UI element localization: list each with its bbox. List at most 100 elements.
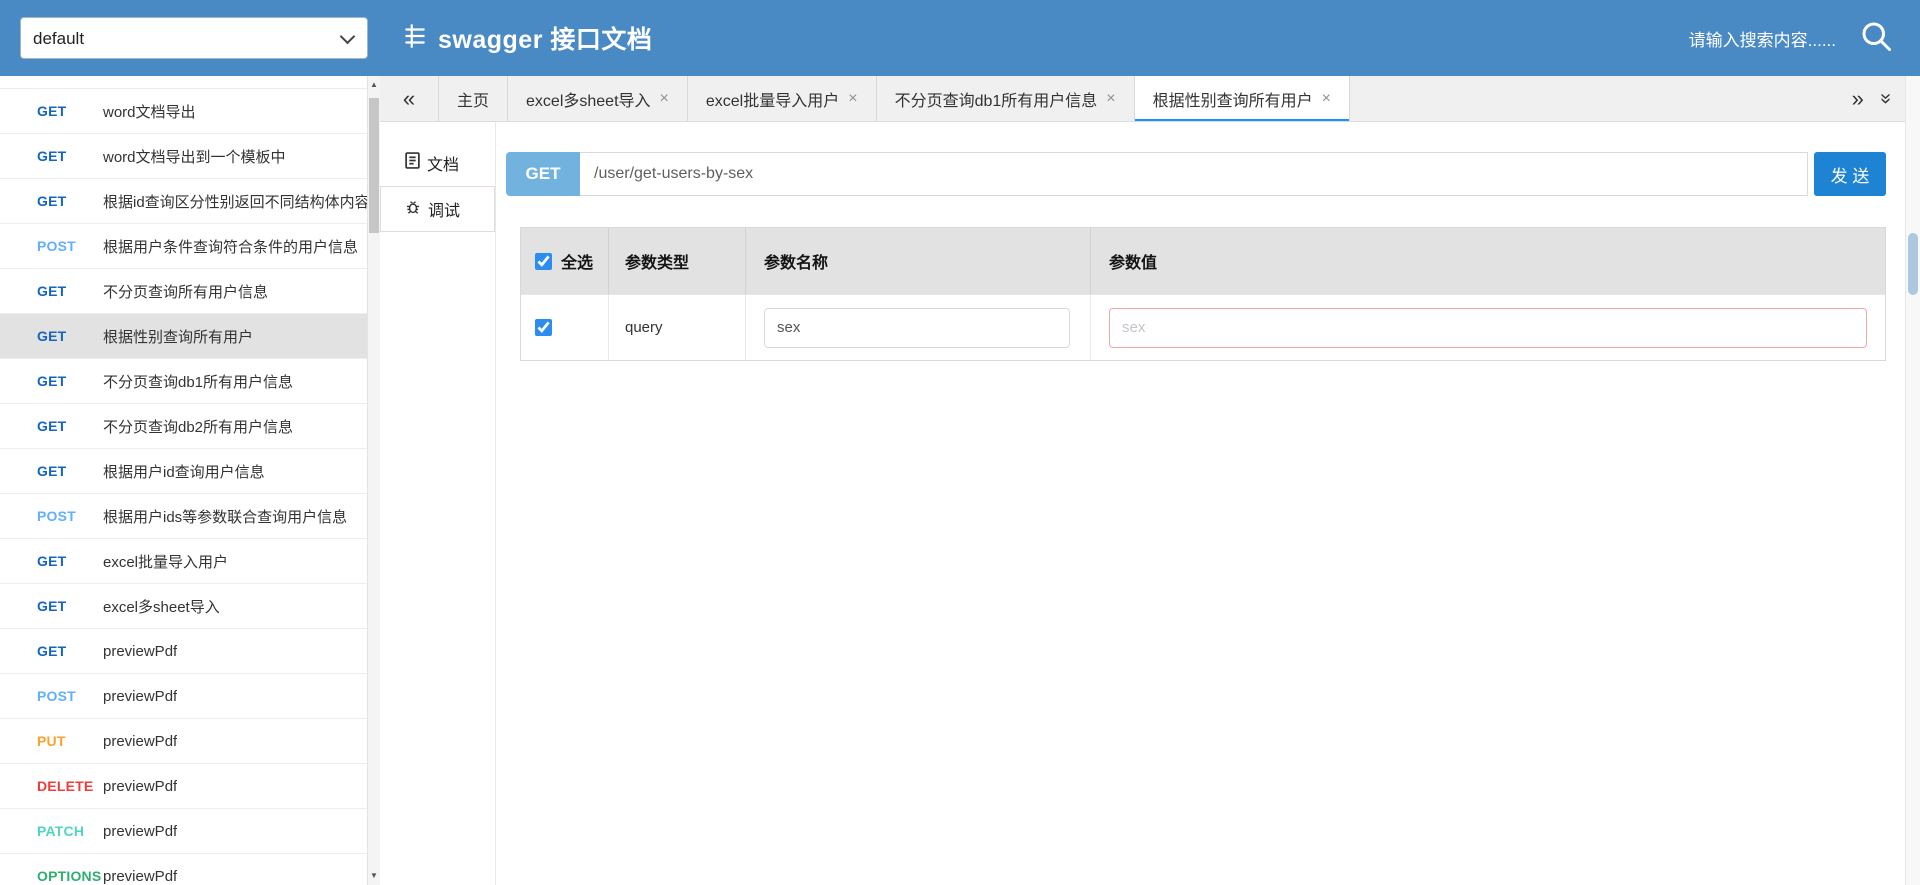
app-title: swagger 接口文档 xyxy=(438,26,653,54)
param-checkbox[interactable] xyxy=(535,319,552,336)
api-label: previewPdf xyxy=(103,732,178,750)
tab-label: excel多sheet导入 xyxy=(526,92,651,110)
header-param-name: 参数名称 xyxy=(746,228,1091,294)
tab-close-icon[interactable]: × xyxy=(1106,90,1115,108)
tab-debug[interactable]: 调试 xyxy=(380,186,495,232)
params-table: 全选 参数类型 参数名称 参数值 query xyxy=(520,227,1886,361)
api-label: 根据用户ids等参数联合查询用户信息 xyxy=(103,508,348,526)
tab-label: 根据性别查询所有用户 xyxy=(1152,92,1313,110)
api-label: 不分页查询db2所有用户信息 xyxy=(103,418,294,436)
api-label: excel批量导入用户 xyxy=(103,553,229,571)
sidebar-api-item[interactable]: OPTIONS previewPdf xyxy=(0,854,367,885)
request-method-badge: GET xyxy=(506,152,580,196)
app-root: default swagger 接口文档 请输入搜索内容...... GET w… xyxy=(0,0,1920,885)
param-select-cell xyxy=(521,295,609,360)
method-badge: GET xyxy=(37,418,67,434)
collapse-sidebar-icon[interactable]: « xyxy=(380,76,438,121)
tab-item[interactable]: 不分页查询db1所有用户信息 × xyxy=(877,76,1135,121)
sidebar-scrollbar-thumb[interactable] xyxy=(369,98,379,233)
api-label: previewPdf xyxy=(103,867,178,885)
tabs-forward-icon[interactable]: » xyxy=(1852,86,1864,112)
sidebar-api-item[interactable]: GET excel多sheet导入 xyxy=(0,584,367,629)
main-area: « 主页 excel多sheet导入 × excel批量导入用户 × 不分页查询db1所有… xyxy=(380,76,1905,885)
sidebar-api-item[interactable]: POST previewPdf xyxy=(0,674,367,719)
search-placeholder-text[interactable]: 请输入搜索内容...... xyxy=(1689,26,1836,51)
method-badge: OPTIONS xyxy=(37,868,102,884)
sidebar-api-item[interactable]: GET excel批量导入用户 xyxy=(0,539,367,584)
api-label: previewPdf xyxy=(103,642,178,660)
brand: swagger 接口文档 xyxy=(402,20,652,56)
tab-debug-label: 调试 xyxy=(428,203,461,220)
sidebar-api-item[interactable]: GET 根据性别查询所有用户 xyxy=(0,314,367,359)
tab-label: excel批量导入用户 xyxy=(705,92,840,110)
tab-item[interactable]: 根据性别查询所有用户 × xyxy=(1134,76,1350,121)
api-label: previewPdf xyxy=(103,777,178,795)
tab-close-icon[interactable]: × xyxy=(660,90,669,108)
sidebar-api-item[interactable]: POST 根据用户条件查询符合条件的用户信息 xyxy=(0,224,367,269)
method-badge: POST xyxy=(37,688,76,704)
request-url-input[interactable] xyxy=(580,152,1808,196)
param-type-cell: query xyxy=(609,295,746,360)
tab-item[interactable]: excel批量导入用户 × xyxy=(688,76,877,121)
tab-bar-controls: » » xyxy=(1852,76,1905,121)
params-table-header: 全选 参数类型 参数名称 参数值 xyxy=(521,228,1885,294)
api-label: previewPdf xyxy=(103,822,178,840)
method-badge: GET xyxy=(37,193,67,209)
param-type: query xyxy=(625,319,663,336)
tab-item[interactable]: excel多sheet导入 × xyxy=(508,76,688,121)
group-select[interactable]: default xyxy=(20,17,368,59)
sidebar-api-item[interactable]: DELETE previewPdf xyxy=(0,764,367,809)
scroll-down-icon[interactable]: ▼ xyxy=(368,871,380,881)
sidebar-api-item[interactable]: POST 根据用户ids等参数联合查询用户信息 xyxy=(0,494,367,539)
api-label: word文档导出 xyxy=(103,103,196,121)
method-badge: GET xyxy=(37,328,67,344)
api-label: 不分页查询所有用户信息 xyxy=(103,283,269,301)
method-badge: GET xyxy=(37,103,67,119)
send-button[interactable]: 发 送 xyxy=(1814,152,1886,196)
method-badge: GET xyxy=(37,373,67,389)
param-name-cell xyxy=(746,295,1091,360)
sidebar-api-item[interactable]: GET previewPdf xyxy=(0,629,367,674)
method-badge: GET xyxy=(37,598,67,614)
select-all-cell: 全选 xyxy=(521,228,609,294)
sidebar-api-item[interactable]: GET 根据id查询区分性别返回不同结构体内容 xyxy=(0,179,367,224)
sidebar-api-item[interactable]: PUT previewPdf xyxy=(0,719,367,764)
tab-item[interactable]: 主页 xyxy=(439,76,509,121)
api-label: 根据用户id查询用户信息 xyxy=(103,463,265,481)
sidebar-api-item[interactable]: PATCH previewPdf xyxy=(0,809,367,854)
tab-close-icon[interactable]: × xyxy=(848,90,857,108)
method-badge: DELETE xyxy=(37,778,94,794)
api-label: previewPdf xyxy=(103,687,178,705)
api-label: excel多sheet导入 xyxy=(103,598,220,616)
tab-doc[interactable]: 文档 xyxy=(380,140,495,186)
scroll-up-icon[interactable]: ▲ xyxy=(368,80,380,90)
sidebar-api-item[interactable]: GET 不分页查询db1所有用户信息 xyxy=(0,359,367,404)
page-body: GET word文档导出 GET word文档导出到一个模板中 GET 根据id查询区分性… xyxy=(0,76,1920,885)
debug-icon xyxy=(405,199,421,220)
sidebar-api-item[interactable]: GET 根据用户id查询用户信息 xyxy=(0,449,367,494)
param-value-input[interactable] xyxy=(1109,307,1867,348)
sidebar-api-item[interactable]: GET word文档导出到一个模板中 xyxy=(0,134,367,179)
sidebar-api-item[interactable]: GET word文档导出 xyxy=(0,89,367,134)
tab-label: 主页 xyxy=(457,92,490,110)
tab-close-icon[interactable]: × xyxy=(1322,90,1331,108)
select-all-checkbox[interactable] xyxy=(535,252,552,270)
tabs: 主页 excel多sheet导入 × excel批量导入用户 × 不分页查询db1所有用户… xyxy=(438,76,1350,121)
param-name-input[interactable] xyxy=(764,307,1070,348)
params-table-body: query xyxy=(521,294,1885,360)
sidebar-api-item[interactable]: GET 不分页查询所有用户信息 xyxy=(0,269,367,314)
sidebar-scrollbar[interactable]: ▲ ▼ xyxy=(367,76,380,885)
sidebar-api-item[interactable]: GET 不分页查询db2所有用户信息 xyxy=(0,404,367,449)
tab-menu-icon[interactable]: » xyxy=(1874,93,1897,104)
api-label: 不分页查询db1所有用户信息 xyxy=(103,373,294,391)
sidebar: GET word文档导出 GET word文档导出到一个模板中 GET 根据id查询区分性… xyxy=(0,76,367,885)
api-label: 根据用户条件查询符合条件的用户信息 xyxy=(103,238,359,256)
method-badge: GET xyxy=(37,148,67,164)
header-param-type: 参数类型 xyxy=(609,228,746,294)
method-badge: GET xyxy=(37,463,67,479)
page-scrollbar-thumb[interactable] xyxy=(1908,233,1918,295)
search-icon[interactable] xyxy=(1858,18,1894,59)
page-scrollbar[interactable] xyxy=(1905,76,1920,885)
sidebar-clipped-row xyxy=(0,76,367,89)
method-badge: PUT xyxy=(37,733,66,749)
